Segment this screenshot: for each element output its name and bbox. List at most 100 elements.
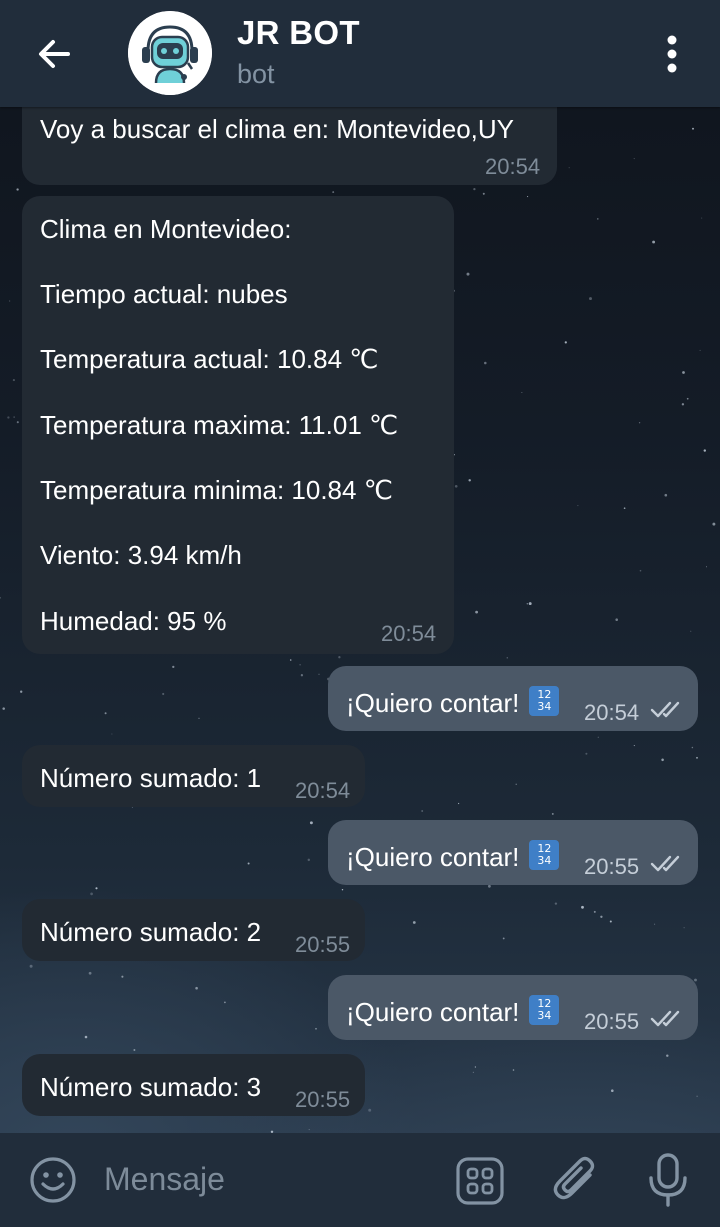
star [454,484,458,488]
star [664,493,668,497]
double-check-icon [650,1010,680,1027]
star [681,403,685,406]
star [172,665,175,669]
star [652,240,656,244]
star [564,341,567,344]
star [12,379,15,382]
star [526,603,528,605]
star [315,1027,317,1030]
double-check-icon [650,855,680,872]
message-time: 20:55 [584,1009,640,1034]
star [585,752,588,755]
input-numbers-emoji: 12 34 [529,840,560,870]
emoji-button[interactable] [28,1155,78,1205]
star [691,746,694,749]
star [289,659,292,661]
star [198,717,200,719]
message-time: 20:54 [295,778,351,803]
star [712,522,716,526]
message-text: Voy a buscar el clima en: Montevideo,UY [40,114,515,144]
star [554,902,558,905]
message-text-line: Clima en Montevideo: [40,214,292,244]
star [589,297,592,301]
double-check-icon [650,701,680,718]
star [299,664,301,666]
star [611,1089,614,1092]
back-button[interactable] [28,28,80,80]
star [84,1035,88,1039]
star [412,921,416,924]
message-input[interactable] [104,1157,424,1201]
star [332,191,335,194]
star [705,566,707,568]
emoji-digits-bottom: 34 [537,700,552,713]
message-text: Número sumado: 2 [40,917,262,947]
message-bubble-outgoing[interactable]: ¡Quiero contar! 12 34 20:55 [328,820,698,885]
star [694,978,697,982]
star [487,884,491,888]
star [506,657,508,659]
message-bubble-outgoing[interactable]: ¡Quiero contar! 12 34 20:54 [328,666,698,731]
message-bubble-outgoing[interactable]: ¡Quiero contar! 12 34 20:55 [328,975,698,1040]
avatar[interactable] [128,11,212,95]
star [638,422,641,424]
star [692,127,694,130]
message-composer [0,1133,720,1227]
star [90,892,93,896]
star [307,858,311,862]
attach-button[interactable] [550,1153,602,1205]
star [666,1054,669,1057]
star [368,1108,372,1112]
message-text: Número sumado: 1 [40,763,262,793]
input-numbers-emoji: 12 34 [529,686,560,716]
star [577,505,579,507]
star [682,371,685,374]
chat-title[interactable]: JR BOT [237,14,360,52]
star [111,733,113,735]
message-bubble-incoming[interactable]: Clima en Montevideo: Tiempo actual: nube… [22,196,454,654]
message-text-line: Temperatura maxima: 11.01 ℃ [40,410,399,440]
message-text-label: ¡Quiero contar! [346,842,520,872]
paperclip-icon [553,1156,595,1200]
star [9,300,11,302]
star [475,610,478,614]
message-time: 20:55 [295,932,351,957]
input-numbers-emoji: 12 34 [529,995,560,1025]
more-vertical-icon [667,35,677,73]
star [338,656,341,659]
star [16,188,19,191]
star [633,745,635,747]
more-options-button[interactable] [650,28,694,80]
message-time: 20:54 [584,700,640,725]
message-bubble-incoming[interactable]: Número sumado: 2 20:55 [22,899,365,961]
chat-subtitle: bot [237,59,275,89]
star [568,167,570,169]
voice-message-button[interactable] [644,1151,692,1209]
star [690,630,692,632]
star [13,416,15,418]
star [247,862,250,865]
message-bubble-incoming[interactable]: Número sumado: 3 20:55 [22,1054,365,1116]
message-bubble-incoming[interactable]: Número sumado: 1 20:54 [22,745,365,807]
star [162,692,165,696]
star [421,810,424,812]
star [633,158,635,160]
star [551,812,554,815]
message-time: 20:55 [295,1087,351,1112]
message-text-line: Temperatura minima: 10.84 ℃ [40,475,393,505]
bot-commands-button[interactable] [454,1155,506,1207]
message-time: 20:54 [485,154,541,179]
star [341,889,344,891]
star [16,421,19,424]
star [308,1129,310,1131]
star [472,1071,475,1074]
star [639,569,642,572]
message-text: ¡Quiero contar! 12 34 [346,840,560,872]
message-text-label: ¡Quiero contar! [346,997,520,1027]
star [581,905,584,909]
star [466,272,470,276]
message-text: Número sumado: 3 [40,1072,262,1102]
star [300,674,304,677]
star [515,783,517,785]
star [699,349,701,351]
